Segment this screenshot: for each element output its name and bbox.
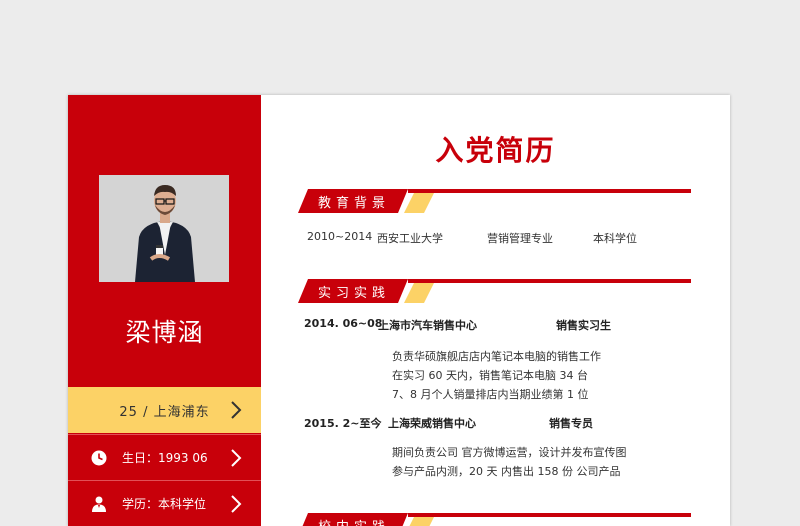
job-company: 上海荣威销售中心 [388,417,476,430]
birth-text: 生日：1993 06 [122,451,208,465]
job-role: 销售专员 [549,417,593,430]
job-detail: 期间负责公司 官方微博运营，设计并发布宣传图 [392,446,627,459]
section-header-internship: 实习实践 [298,279,691,303]
section-title-internship: 实习实践 [318,286,391,301]
info-row-birth[interactable]: 生日：1993 06 [68,434,261,480]
section-header-campus: 校内实践 [298,513,691,526]
clock-icon [91,450,107,466]
job-period: 2015. 2~至今 [304,417,382,430]
resume-sheet: 梁博涵 25 / 上海浦东 生日：1993 06 学历：本科学位 入党简历 教育… [68,95,730,526]
person-icon [92,496,106,512]
person-name: 梁博涵 [125,318,204,347]
education-degree: 本科学位 [593,232,637,245]
location-text: 25 / 上海浦东 [119,404,210,420]
page-title: 入党简历 [435,134,556,167]
education-major: 营销管理专业 [487,232,553,245]
education-school: 西安工业大学 [377,232,443,245]
section-divider [408,189,691,193]
info-row-location[interactable]: 25 / 上海浦东 [68,387,261,433]
section-header-education: 教育背景 [298,189,691,213]
section-title-education: 教育背景 [318,196,391,211]
job-detail: 负责华硕旗舰店店内笔记本电脑的销售工作 [392,350,601,363]
job-company: 上海市汽车销售中心 [378,319,477,332]
education-text: 学历：本科学位 [122,497,207,511]
info-row-education[interactable]: 学历：本科学位 [68,480,261,526]
job-detail: 7、8 月个人销量排店内当期业绩第 1 位 [392,388,589,401]
section-divider [408,279,691,283]
profile-photo-illustration [99,175,229,282]
job-detail: 在实习 60 天内，销售笔记本电脑 34 台 [392,369,588,382]
profile-photo [99,175,229,282]
sidebar: 梁博涵 25 / 上海浦东 生日：1993 06 学历：本科学位 [68,95,261,526]
section-divider [408,513,691,517]
job-role: 销售实习生 [556,319,611,332]
chevron-right-icon [231,449,242,467]
job-detail: 参与产品内测，20 天 内售出 158 份 公司产品 [392,465,621,478]
education-period: 2010~2014 [307,230,373,243]
chevron-right-icon [231,495,242,513]
job-period: 2014. 06~08 [304,317,383,330]
chevron-right-icon [231,401,242,419]
section-title-campus: 校内实践 [318,516,390,526]
